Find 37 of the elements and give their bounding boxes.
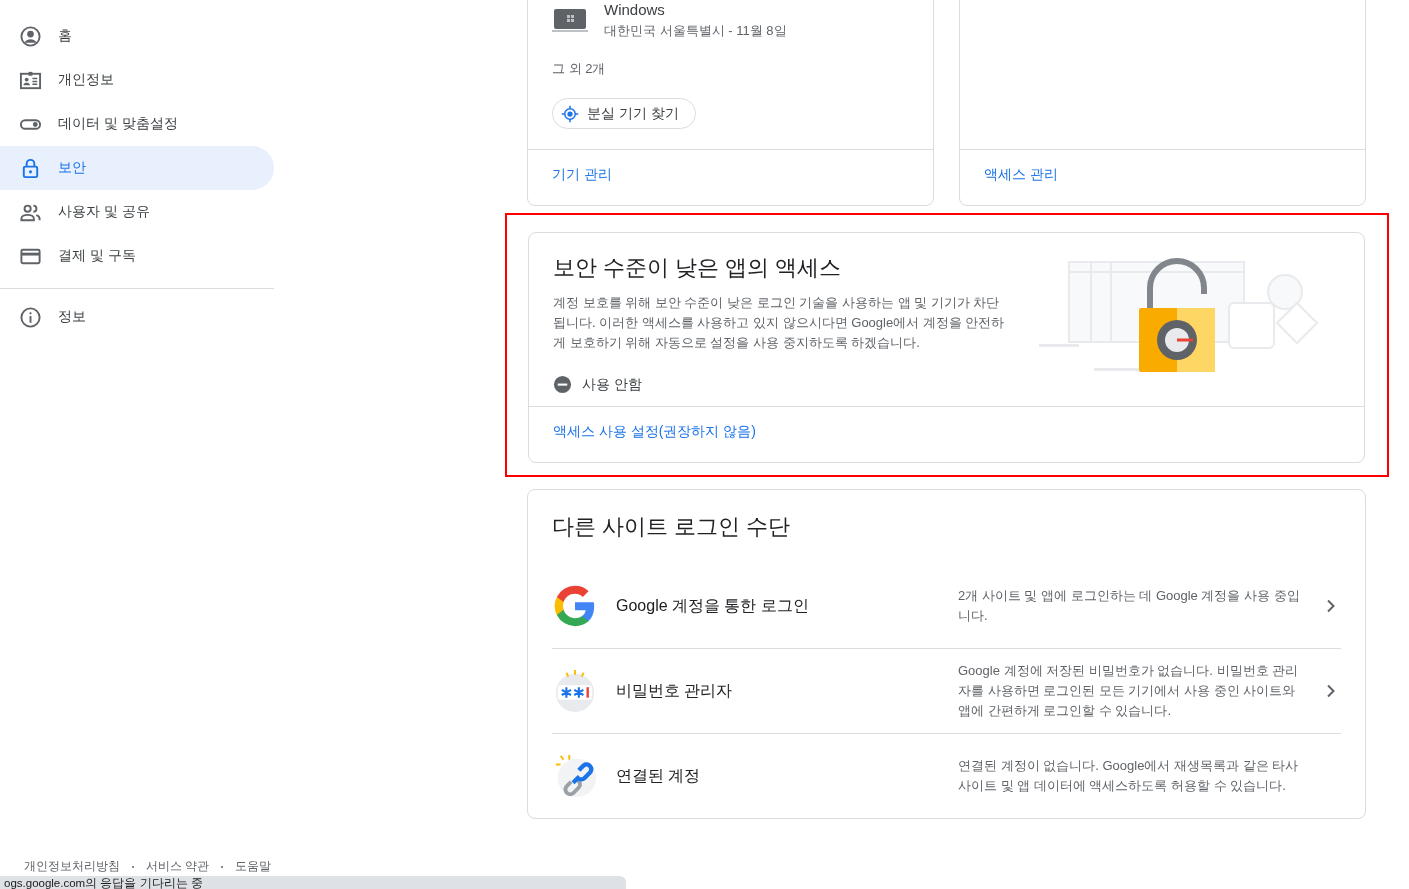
status-text: ogs.google.com의 응답을 기다리는 중 <box>4 877 203 889</box>
sidebar-item[interactable]: 데이터 및 맞춤설정 <box>0 102 274 146</box>
sidebar-item[interactable]: 사용자 및 공유 <box>0 190 274 234</box>
sidebar-item[interactable]: 정보 <box>0 295 274 339</box>
find-device-button[interactable]: 분실 기기 찾기 <box>552 98 696 129</box>
signin-method-row[interactable]: Google 계정을 통한 로그인 2개 사이트 및 앱에 로그인하는 데 Google 계정을 사용 중입니다. <box>552 564 1341 649</box>
row-description: 연결된 계정이 없습니다. Google에서 재생목록과 같은 타사 사이트 및 앱 데이터에 액세스하도록 허용할 수 있습니다. <box>958 757 1300 795</box>
location-target-icon <box>561 104 579 123</box>
chevron-right-icon <box>1326 684 1336 698</box>
sidebar-item[interactable]: 홈 <box>0 14 274 58</box>
row-description: 2개 사이트 및 앱에 로그인하는 데 Google 계정을 사용 중입니다. <box>958 587 1301 625</box>
sidebar-item[interactable]: 보안 <box>0 146 274 190</box>
footer-link[interactable]: 개인정보처리방침 <box>24 858 120 875</box>
chevron-right-icon <box>1326 599 1336 613</box>
row-label: Google 계정을 통한 로그인 <box>616 595 810 616</box>
signin-method-row[interactable]: 비밀번호 관리자 Google 계정에 저장된 비밀번호가 없습니다. 비밀번호 관리자를 사용하면 로그인된 모든 기기에서 사용 중인 사이트와 앱에 간편하게 로그인할 수 있습니다. <box>552 649 1341 734</box>
row-label: 비밀번호 관리자 <box>616 680 734 701</box>
sidebar-item[interactable]: 개인정보 <box>0 58 274 102</box>
footer-link[interactable]: 서비스 약관 <box>146 858 210 875</box>
sidebar-item[interactable]: 결제 및 구독 <box>0 234 274 278</box>
row-label: 연결된 계정 <box>616 765 702 786</box>
device-name: Windows <box>604 1 666 18</box>
footer-link[interactable]: 도움말 <box>235 858 272 875</box>
more-devices-text: 그 외 2개 <box>552 60 607 78</box>
card-title: 다른 사이트 로그인 수단 <box>552 513 792 541</box>
device-detail: 대한민국 서울특별시 - 11월 8일 <box>604 22 787 40</box>
manage-access-link[interactable]: 액세스 관리 <box>984 166 1058 182</box>
signin-method-row[interactable]: 연결된 계정 연결된 계정이 없습니다. Google에서 재생목록과 같은 타사 사이트 및 앱 데이터에 액세스하도록 허용할 수 있습니다. <box>552 734 1341 818</box>
manage-devices-link[interactable]: 기기 관리 <box>552 166 612 182</box>
info-icon <box>19 305 42 329</box>
card-title: 보안 수준이 낮은 앱의 액세스 <box>553 254 843 282</box>
laptop-icon <box>552 7 588 35</box>
card-description: 계정 보호를 위해 보안 수준이 낮은 로그인 기술을 사용하는 앱 및 기기가 차단됩니다. 이러한 액세스를 사용하고 있지 않으시다면 Google에서 계정을 안전하게 보호하기 위해 자동으로 설정을 사용 중지하도록 하겠습니다. <box>553 294 1006 352</box>
row-description: Google 계정에 저장된 비밀번호가 없습니다. 비밀번호 관리자를 사용하면 로그인된 모든 기기에서 사용 중인 사이트와 앱에 간편하게 로그인할 수 있습니다. <box>958 662 1300 720</box>
account-circle-icon <box>19 24 42 48</box>
status-text: 사용 안함 <box>582 375 642 394</box>
enable-access-link[interactable]: 액세스 사용 설정(권장하지 않음) <box>553 423 756 439</box>
